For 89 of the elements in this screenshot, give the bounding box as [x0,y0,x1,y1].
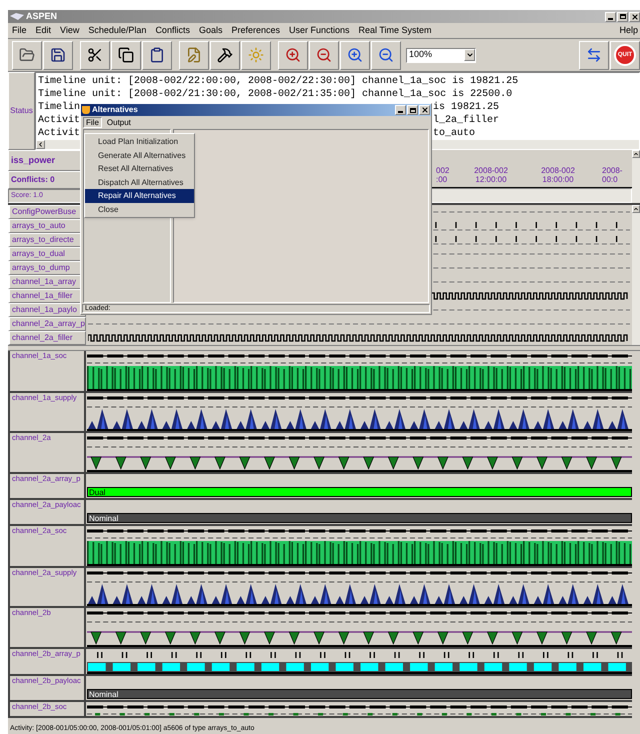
app-logo-icon [10,13,24,20]
zoom-in-icon [347,47,363,63]
menu-item[interactable]: Help [619,24,638,38]
menu-option[interactable]: Repair All Alternatives [85,189,194,202]
edit-button[interactable] [179,40,209,70]
dialog-menu-item[interactable]: File [83,117,102,128]
window-title: ASPEN [26,12,58,21]
close-icon [630,12,638,20]
minimize-button[interactable] [605,12,616,22]
menu-item[interactable]: View [60,24,80,38]
menu-item[interactable]: Edit [36,24,52,38]
paste-button[interactable] [142,40,172,70]
vertical-scrollbar[interactable] [632,150,640,203]
menu-item[interactable]: Real Time System [358,24,432,38]
copy-icon [118,47,134,63]
status-line: to_auto [433,128,476,138]
tick-date: 2008- [602,166,622,175]
cut-button[interactable] [80,40,110,70]
activity-label: channel_2a_array_p [8,317,86,331]
maximize-icon [410,108,416,112]
swap-arrows-icon [586,47,602,63]
tick-date: 002 [436,166,450,175]
sync-button[interactable] [579,40,609,70]
minimize-button[interactable] [395,105,406,115]
scroll-left-icon [37,141,44,148]
menu-option[interactable]: Close [85,202,194,216]
minimize-icon [398,111,403,113]
menu-item[interactable]: Conflicts [155,24,190,38]
tick-time: 18:00:00 [542,175,574,184]
state-bar: Nominal [87,689,632,699]
vertical-scrollbar[interactable] [632,205,640,345]
menu-item[interactable]: Goals [198,24,222,38]
maximize-button[interactable] [407,105,418,115]
maximize-button[interactable] [617,12,628,22]
status-line: Timeline unit: [2008-002/22:00:00, 2008-002/22:30:00] channel_1a_soc is 19821.25 [38,76,518,86]
save-icon [50,47,66,63]
menu-option[interactable]: Dispatch All Alternatives [85,176,194,189]
save-button[interactable] [43,40,73,70]
tick-time: 12:00:00 [475,175,507,184]
tick-date: 2008-002 [541,166,575,175]
repair-button[interactable] [210,40,240,70]
zoom-in-button[interactable] [278,40,308,70]
menu-item[interactable]: File [12,24,27,38]
zoom-out-button[interactable] [371,40,401,70]
tick-time: 00:0 [602,175,618,184]
zoom-out-icon [316,47,332,63]
scroll-up-icon [633,206,639,212]
coffee-cup-icon [82,106,90,114]
dialog-title: Alternatives [92,106,138,114]
open-button[interactable] [12,40,42,70]
status-label: Status [8,72,35,150]
menu-item[interactable]: Preferences [231,24,280,38]
status-line: l_2a_filler [433,116,500,126]
status-line: Activit [38,116,80,126]
maximize-icon [620,14,626,19]
status-line: is 19821.25 [433,102,500,112]
state-bar: Nominal [87,513,632,523]
status-line: Activit [38,128,80,138]
close-icon [420,106,428,114]
zoom-dropdown[interactable]: 100% [406,48,476,62]
tick-date: 2008-002 [474,166,508,175]
zoom-in-button[interactable] [340,40,370,70]
document-pencil-icon [186,47,202,63]
activity-label: channel_2a_filler [8,331,86,345]
light-button[interactable] [241,40,271,70]
zoom-out-button[interactable] [309,40,339,70]
minimize-icon [608,18,613,20]
tick-time: :00 [436,175,448,184]
sun-icon [248,47,264,63]
menu-option[interactable]: Load Plan Initialization [85,135,194,148]
close-button[interactable] [629,12,640,22]
status-line: Timelin [38,102,80,112]
scroll-up-icon [633,151,639,157]
menu-option[interactable]: Reset All Alternatives [85,162,194,176]
scissors-icon [87,47,103,63]
dialog-menu-item[interactable]: Output [104,117,134,128]
clipboard-icon [149,47,165,63]
menu-item[interactable]: Schedule/Plan [88,24,146,38]
close-button[interactable] [419,105,430,115]
hammer-icon [217,47,233,63]
zoom-in-icon [285,47,301,63]
zoom-out-icon [378,47,394,63]
copy-button[interactable] [111,40,141,70]
menu-item[interactable]: User Functions [289,24,350,38]
menu-option[interactable]: Generate All Alternatives [85,148,194,162]
zoom-value: 100% [409,48,432,62]
state-bar: Dual [87,487,632,497]
folder-icon [19,47,35,63]
status-line: Timeline unit: [2008-002/21:30:00, 2008-002/21:35:00] channel_1a_soc is 22500.0 [38,90,512,100]
